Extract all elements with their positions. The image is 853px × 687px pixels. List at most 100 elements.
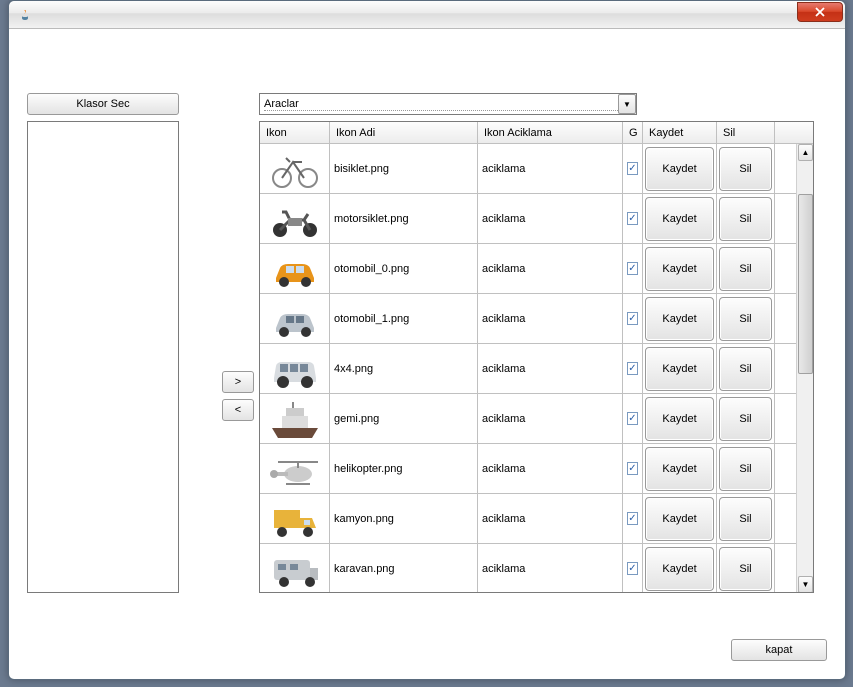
vertical-scrollbar[interactable]: ▲ ▼ bbox=[796, 144, 813, 593]
checkbox[interactable]: ✓ bbox=[627, 362, 638, 375]
table-row[interactable]: gemi.pngaciklama ✓ KaydetSil bbox=[260, 394, 796, 444]
checkbox[interactable]: ✓ bbox=[627, 312, 638, 325]
save-button[interactable]: Kaydet bbox=[645, 397, 714, 441]
th-g[interactable]: G bbox=[623, 122, 643, 143]
table-row[interactable]: kamyon.pngaciklama ✓ KaydetSil bbox=[260, 494, 796, 544]
name-cell[interactable]: bisiklet.png bbox=[330, 144, 478, 193]
table-row[interactable]: karavan.pngaciklama ✓ KaydetSil bbox=[260, 544, 796, 593]
table-row[interactable]: motorsiklet.pngaciklama ✓ KaydetSil bbox=[260, 194, 796, 244]
save-button[interactable]: Kaydet bbox=[645, 247, 714, 291]
desc-cell[interactable]: aciklama bbox=[478, 244, 623, 293]
name-cell[interactable]: gemi.png bbox=[330, 394, 478, 443]
icon-cell bbox=[260, 344, 330, 393]
delete-button[interactable]: Sil bbox=[719, 147, 772, 191]
delete-cell: Sil bbox=[717, 444, 775, 493]
delete-button[interactable]: Sil bbox=[719, 297, 772, 341]
desc-cell[interactable]: aciklama bbox=[478, 444, 623, 493]
combobox-value: Araclar bbox=[264, 98, 618, 111]
name-cell[interactable]: 4x4.png bbox=[330, 344, 478, 393]
delete-button[interactable]: Sil bbox=[719, 547, 772, 591]
save-button[interactable]: Kaydet bbox=[645, 197, 714, 241]
delete-button[interactable]: Sil bbox=[719, 497, 772, 541]
scroll-down-icon[interactable]: ▼ bbox=[798, 576, 813, 593]
th-icon[interactable]: Ikon bbox=[260, 122, 330, 143]
table-row[interactable]: otomobil_0.pngaciklama ✓ KaydetSil bbox=[260, 244, 796, 294]
delete-cell: Sil bbox=[717, 494, 775, 543]
checkbox[interactable]: ✓ bbox=[627, 412, 638, 425]
move-left-button[interactable]: < bbox=[222, 399, 254, 421]
close-button[interactable]: kapat bbox=[731, 639, 827, 661]
icon-cell bbox=[260, 294, 330, 343]
folder-select-button[interactable]: Klasor Sec bbox=[27, 93, 179, 115]
checkbox-cell: ✓ bbox=[623, 494, 643, 543]
save-button[interactable]: Kaydet bbox=[645, 447, 714, 491]
content-area: Klasor Sec Araclar ▼ > < Ikon Ikon Adi I… bbox=[27, 41, 827, 661]
scroll-thumb[interactable] bbox=[798, 194, 813, 374]
save-button[interactable]: Kaydet bbox=[645, 297, 714, 341]
checkbox[interactable]: ✓ bbox=[627, 562, 638, 575]
category-combobox[interactable]: Araclar ▼ bbox=[259, 93, 637, 115]
delete-button[interactable]: Sil bbox=[719, 247, 772, 291]
name-cell[interactable]: karavan.png bbox=[330, 544, 478, 593]
save-button[interactable]: Kaydet bbox=[645, 547, 714, 591]
table-row[interactable]: otomobil_1.pngaciklama ✓ KaydetSil bbox=[260, 294, 796, 344]
desc-cell[interactable]: aciklama bbox=[478, 544, 623, 593]
checkbox[interactable]: ✓ bbox=[627, 262, 638, 275]
transfer-buttons: > < bbox=[222, 371, 254, 421]
helicopter-icon bbox=[267, 447, 323, 491]
checkbox[interactable]: ✓ bbox=[627, 512, 638, 525]
table-row[interactable]: bisiklet.pngaciklama ✓ KaydetSil bbox=[260, 144, 796, 194]
delete-button[interactable]: Sil bbox=[719, 347, 772, 391]
titlebar[interactable] bbox=[9, 1, 845, 29]
checkbox-cell: ✓ bbox=[623, 194, 643, 243]
th-sil[interactable]: Sil bbox=[717, 122, 775, 143]
save-button[interactable]: Kaydet bbox=[645, 497, 714, 541]
desc-cell[interactable]: aciklama bbox=[478, 144, 623, 193]
delete-button[interactable]: Sil bbox=[719, 447, 772, 491]
delete-cell: Sil bbox=[717, 144, 775, 193]
name-cell[interactable]: otomobil_0.png bbox=[330, 244, 478, 293]
name-cell[interactable]: otomobil_1.png bbox=[330, 294, 478, 343]
save-button[interactable]: Kaydet bbox=[645, 347, 714, 391]
delete-cell: Sil bbox=[717, 394, 775, 443]
name-cell[interactable]: kamyon.png bbox=[330, 494, 478, 543]
save-cell: Kaydet bbox=[643, 294, 717, 343]
checkbox[interactable]: ✓ bbox=[627, 212, 638, 225]
th-kaydet[interactable]: Kaydet bbox=[643, 122, 717, 143]
desc-cell[interactable]: aciklama bbox=[478, 294, 623, 343]
th-name[interactable]: Ikon Adi bbox=[330, 122, 478, 143]
left-list-panel[interactable] bbox=[27, 121, 179, 593]
app-window: Klasor Sec Araclar ▼ > < Ikon Ikon Adi I… bbox=[8, 0, 846, 680]
save-cell: Kaydet bbox=[643, 344, 717, 393]
table-row[interactable]: 4x4.pngaciklama ✓ KaydetSil bbox=[260, 344, 796, 394]
delete-button[interactable]: Sil bbox=[719, 197, 772, 241]
checkbox[interactable]: ✓ bbox=[627, 162, 638, 175]
delete-button[interactable]: Sil bbox=[719, 397, 772, 441]
save-cell: Kaydet bbox=[643, 394, 717, 443]
name-cell[interactable]: motorsiklet.png bbox=[330, 194, 478, 243]
checkbox[interactable]: ✓ bbox=[627, 462, 638, 475]
delete-cell: Sil bbox=[717, 244, 775, 293]
name-cell[interactable]: helikopter.png bbox=[330, 444, 478, 493]
desc-cell[interactable]: aciklama bbox=[478, 494, 623, 543]
suv-icon bbox=[267, 347, 323, 391]
checkbox-cell: ✓ bbox=[623, 444, 643, 493]
window-close-button[interactable] bbox=[797, 2, 843, 22]
chevron-down-icon[interactable]: ▼ bbox=[618, 94, 636, 114]
save-cell: Kaydet bbox=[643, 144, 717, 193]
delete-cell: Sil bbox=[717, 344, 775, 393]
car-silver-icon bbox=[267, 297, 323, 341]
move-right-button[interactable]: > bbox=[222, 371, 254, 393]
bicycle-icon bbox=[267, 147, 323, 191]
th-desc[interactable]: Ikon Aciklama bbox=[478, 122, 623, 143]
checkbox-cell: ✓ bbox=[623, 144, 643, 193]
scroll-up-icon[interactable]: ▲ bbox=[798, 144, 813, 161]
save-button[interactable]: Kaydet bbox=[645, 147, 714, 191]
delete-cell: Sil bbox=[717, 194, 775, 243]
desc-cell[interactable]: aciklama bbox=[478, 394, 623, 443]
desc-cell[interactable]: aciklama bbox=[478, 194, 623, 243]
desc-cell[interactable]: aciklama bbox=[478, 344, 623, 393]
table-row[interactable]: helikopter.pngaciklama ✓ KaydetSil bbox=[260, 444, 796, 494]
checkbox-cell: ✓ bbox=[623, 544, 643, 593]
save-cell: Kaydet bbox=[643, 494, 717, 543]
